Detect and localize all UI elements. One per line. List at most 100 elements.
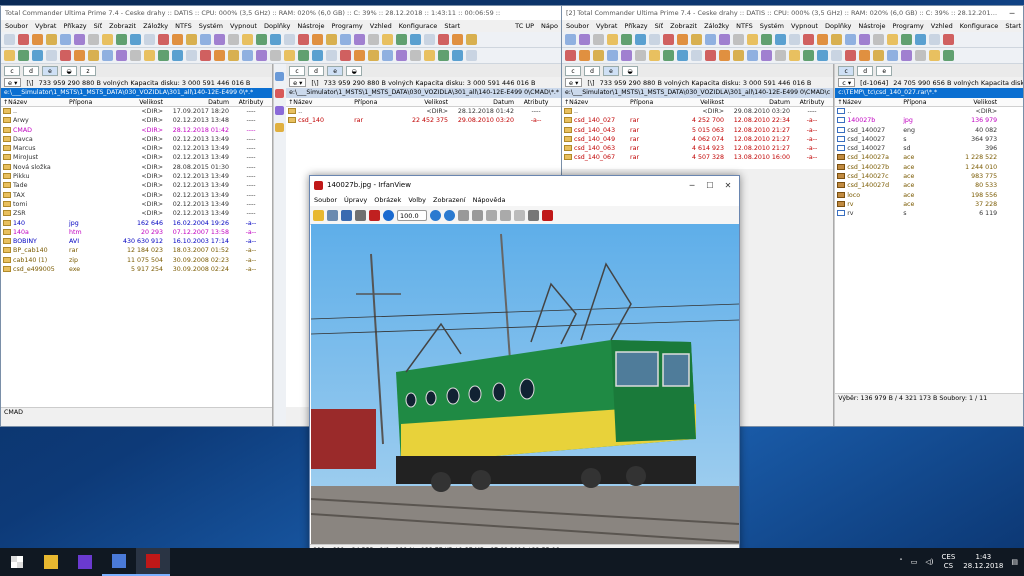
toolbar-button-icon[interactable] [579,50,590,61]
drive-e-button[interactable]: e [327,65,344,76]
column-header-2[interactable]: Přípona [901,98,951,106]
toolbar-button-icon[interactable] [382,34,393,45]
maximize-icon[interactable]: ☐ [703,181,717,190]
toolbar-button-icon[interactable] [677,34,688,45]
file-row[interactable]: csd_140_049 rar 4 062 074 12.08.2010 21:27 -… [562,134,834,145]
file-row[interactable]: csd_140027d ace 80 533 [835,181,1023,191]
column-header-3[interactable]: Velikost [117,98,165,106]
menu-item[interactable]: Soubor [5,22,28,30]
toolbar-button-icon[interactable] [691,34,702,45]
file-row[interactable]: rv ace 37 228 [835,199,1023,210]
file-row[interactable]: csd_140_067 rar 4 507 328 13.08.2010 16:00 -… [562,153,834,163]
toolbar-button-icon[interactable] [789,34,800,45]
toolbar-button-icon[interactable] [915,50,926,61]
toolbar-button-icon[interactable] [284,34,295,45]
file-row[interactable]: .. <DIR> 29.08.2010 03:20 ---- [562,107,834,117]
menu-item[interactable]: Doplňky [264,22,290,30]
toolbar-button-icon[interactable] [396,50,407,61]
column-header-2[interactable]: Přípona [352,98,402,106]
toolbar-button-icon[interactable] [663,34,674,45]
toolbar-button-icon[interactable] [593,34,604,45]
file-row[interactable]: TAX <DIR> 02.12.2013 13:49 ---- [1,190,272,200]
zoom-out-icon[interactable] [444,209,455,221]
toolbar-button-icon[interactable] [74,50,85,61]
menu-item[interactable]: Vybrat [596,22,617,30]
toolbar-button-icon[interactable] [775,34,786,45]
menu-item[interactable]: Nástroje [297,22,324,30]
column-header-5[interactable]: Atributy [516,98,556,106]
tool-icon[interactable] [275,72,285,81]
toolbar-button-icon[interactable] [649,34,660,45]
toolbar-button-icon[interactable] [663,50,674,61]
menu-item[interactable]: Systém [760,22,784,30]
drive-e-button[interactable]: e [603,65,619,76]
toolbar-button-icon[interactable] [228,34,239,45]
toolbar-button-icon[interactable] [929,34,940,45]
first-icon[interactable] [486,209,497,221]
toolbar-button-icon[interactable] [4,50,15,61]
toolbar-button-icon[interactable] [368,34,379,45]
file-row[interactable]: csd_140_043 rar 5 015 063 12.08.2010 21:27 -… [562,125,834,135]
drive-c-button[interactable]: c [565,65,581,76]
toolbar-button-icon[interactable] [326,50,337,61]
drive-c-button[interactable]: c [838,65,855,76]
toolbar-button-icon[interactable] [621,34,632,45]
toolbar-button-icon[interactable] [677,50,688,61]
file-row[interactable]: csd_140 rar 22 452 375 29.08.2010 03:20 -a-- [286,116,562,126]
notification-icon[interactable]: ▤ [1011,558,1018,566]
file-row[interactable]: 140027b jpg 136 979 [835,116,1023,126]
toolbar-button-icon[interactable] [761,34,772,45]
title-bar[interactable]: [2] Total Commander Ultima Prime 7.4 - C… [562,6,1023,20]
toolbar-button-icon[interactable] [158,50,169,61]
tool-icon[interactable] [275,123,285,132]
toolbar-button-icon[interactable] [256,50,267,61]
column-header-1[interactable]: ↑Název [1,98,67,106]
previous-icon[interactable] [458,209,469,221]
tool-icon[interactable] [275,106,285,115]
toolbar-button-icon[interactable] [46,34,57,45]
delete-icon[interactable] [369,209,380,221]
menu-item-tc-up[interactable]: TC UP [515,22,534,30]
toolbar-button-icon[interactable] [326,34,337,45]
drive-d-button[interactable]: d [308,65,325,76]
toolbar-button-icon[interactable] [775,50,786,61]
menu-item[interactable]: Vybrat [35,22,56,30]
title-bar[interactable]: 140027b.jpg - IrfanView ─ ☐ ✕ [310,176,739,194]
toolbar-button-icon[interactable] [424,34,435,45]
toolbar-button-icon[interactable] [817,34,828,45]
network-drive-icon[interactable]: ◒ [346,65,363,76]
file-explorer-icon[interactable] [34,548,68,576]
toolbar-button-icon[interactable] [186,50,197,61]
file-row[interactable]: Davca <DIR> 02.12.2013 13:49 ---- [1,134,272,145]
menu-item[interactable]: Soubor [566,22,589,30]
toolbar-button-icon[interactable] [172,34,183,45]
file-row[interactable]: csd_140_063 rar 4 614 923 12.08.2010 21:27 -… [562,144,834,154]
toolbar-button-icon[interactable] [312,34,323,45]
toolbar-button-icon[interactable] [158,34,169,45]
toolbar-button-icon[interactable] [214,50,225,61]
toolbar-button-icon[interactable] [256,34,267,45]
file-row[interactable]: csd_140027a ace 1 228 522 [835,153,1023,163]
toolbar-button-icon[interactable] [242,50,253,61]
menu-item[interactable]: Úpravy [344,196,367,204]
drive-select[interactable]: e ▾ [289,78,307,87]
menu-item[interactable]: Záložky [704,22,729,30]
toolbar-button-icon[interactable] [719,50,730,61]
toolbar-button-icon[interactable] [228,50,239,61]
menu-item[interactable]: Programy [893,22,924,30]
toolbar-button-icon[interactable] [901,34,912,45]
toolbar-button-icon[interactable] [354,50,365,61]
toolbar-button-icon[interactable] [144,34,155,45]
menu-item[interactable]: Vzhled [370,22,392,30]
drive-select[interactable]: e ▾ [4,78,22,87]
column-header-4[interactable]: Datum [450,98,516,106]
column-header-3[interactable]: Velikost [402,98,450,106]
toolbar-button-icon[interactable] [691,50,702,61]
info-icon[interactable] [383,209,394,221]
toolbar-button-icon[interactable] [368,50,379,61]
toolbar-button-icon[interactable] [705,34,716,45]
column-header-4[interactable]: Datum [726,98,792,106]
toolbar-button-icon[interactable] [18,50,29,61]
file-row[interactable]: csd_140027b ace 1 244 010 [835,162,1023,173]
menu-item[interactable]: Volby [408,196,426,204]
